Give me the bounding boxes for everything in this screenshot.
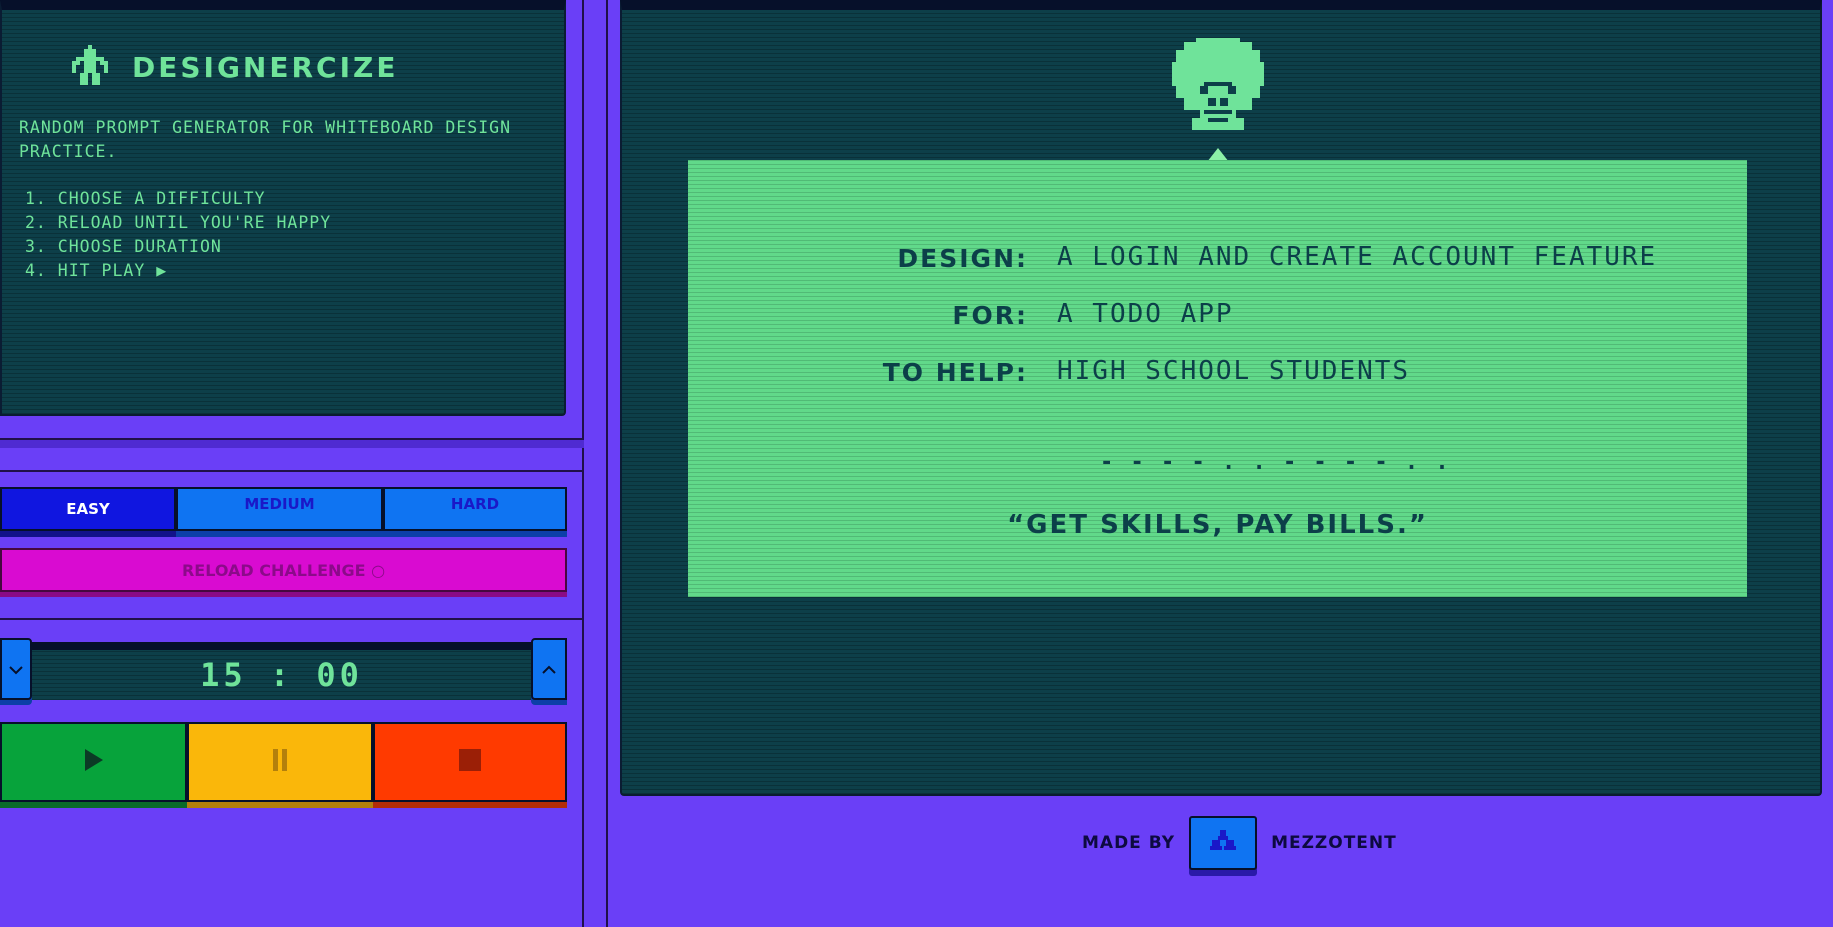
stop-icon bbox=[458, 748, 482, 776]
timer-display: 15 : 00 bbox=[32, 642, 531, 700]
timer-decrease-button[interactable] bbox=[0, 638, 32, 700]
app-title: DESIGNERCIZE bbox=[132, 50, 399, 84]
quote: “GET SKILLS, PAY BILLS.” bbox=[1007, 510, 1428, 540]
stop-button[interactable] bbox=[373, 722, 567, 802]
play-button[interactable] bbox=[0, 722, 187, 802]
reload-challenge-label: RELOAD CHALLENGE ○ bbox=[181, 560, 386, 580]
instruction-step: 2. RELOAD UNTIL YOU'RE HAPPY bbox=[25, 213, 332, 232]
timer: 15 : 00 bbox=[0, 638, 567, 700]
author-name-link[interactable]: MEZZOTENT bbox=[1271, 833, 1397, 853]
intro-frame: DESIGNERCIZE RANDOM PROMPT GENERATOR FOR… bbox=[0, 0, 584, 440]
difficulty-medium-label: MEDIUM bbox=[244, 495, 315, 513]
playback-controls bbox=[0, 722, 567, 802]
difficulty-hard-label: HARD bbox=[450, 495, 500, 513]
chevron-down-icon bbox=[9, 660, 23, 679]
design-label: DESIGN: bbox=[897, 244, 1028, 273]
play-icon bbox=[83, 748, 105, 776]
design-value: A LOGIN AND CREATE ACCOUNT FEATURE bbox=[1057, 242, 1658, 272]
made-by-label: MADE BY bbox=[1082, 833, 1176, 853]
pause-button[interactable] bbox=[187, 722, 373, 802]
intro-screen: DESIGNERCIZE RANDOM PROMPT GENERATOR FOR… bbox=[0, 0, 566, 416]
for-label: FOR: bbox=[952, 301, 1028, 330]
to-help-value: HIGH SCHOOL STUDENTS bbox=[1057, 356, 1411, 386]
to-help-label: TO HELP: bbox=[882, 358, 1028, 387]
instruction-step: 1. CHOOSE A DIFFICULTY bbox=[25, 189, 266, 208]
footer: MADE BY MEZZOTENT bbox=[1082, 813, 1397, 873]
for-value: A TODO APP bbox=[1057, 299, 1234, 329]
author-link-button[interactable] bbox=[1189, 816, 1258, 870]
difficulty-hard-button[interactable]: HARD bbox=[383, 487, 567, 531]
pause-icon bbox=[271, 748, 289, 776]
difficulty-medium-button[interactable]: MEDIUM bbox=[176, 487, 383, 531]
robot-icon bbox=[68, 44, 112, 90]
timer-increase-button[interactable] bbox=[531, 638, 567, 700]
instruction-step: 4. HIT PLAY ▶ bbox=[25, 261, 168, 280]
chevron-up-icon bbox=[542, 660, 556, 679]
divider bbox=[0, 618, 584, 620]
logo-row: DESIGNERCIZE bbox=[68, 44, 398, 90]
instruction-step: 3. CHOOSE DURATION bbox=[25, 237, 222, 256]
tagline: RANDOM PROMPT GENERATOR FOR WHITEBOARD D… bbox=[19, 118, 512, 161]
difficulty-easy-button[interactable]: EASY bbox=[0, 487, 176, 531]
difficulty-easy-label: EASY bbox=[66, 500, 110, 518]
decorative-morse: - - - - . . - - - - . . bbox=[1100, 450, 1451, 475]
reload-challenge-button[interactable]: RELOAD CHALLENGE ○ bbox=[0, 548, 567, 592]
cluster-icon bbox=[1210, 830, 1237, 856]
pixel-avatar-icon bbox=[1168, 38, 1268, 134]
instructions-list: 1. CHOOSE A DIFFICULTY 2. RELOAD UNTIL Y… bbox=[25, 187, 331, 283]
